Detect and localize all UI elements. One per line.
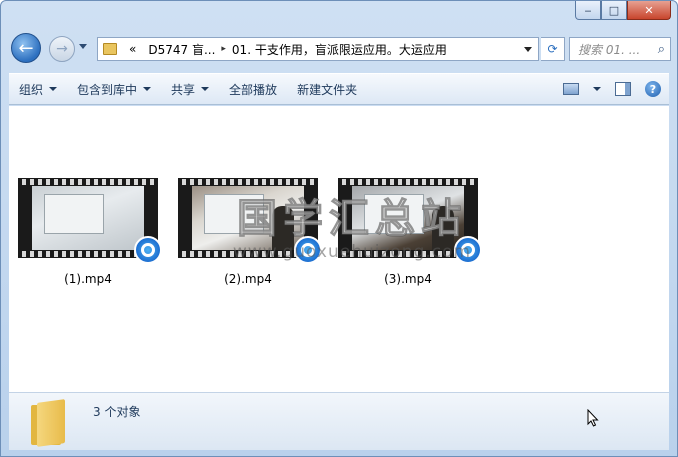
toolbar-right-group: ? (563, 81, 669, 97)
recent-pages-dropdown[interactable] (79, 44, 87, 49)
film-reel-icon (301, 243, 315, 257)
view-options-dropdown-icon[interactable] (593, 87, 601, 91)
new-folder-button[interactable]: 新建文件夹 (287, 77, 367, 101)
chevron-down-icon (201, 87, 210, 91)
presenter-figure (432, 206, 454, 250)
film-strip-top (338, 179, 478, 185)
chevron-down-icon (143, 87, 152, 91)
film-strip-top (18, 179, 158, 185)
file-item[interactable]: (1).mp4 (15, 178, 162, 286)
play-all-button[interactable]: 全部播放 (219, 77, 287, 101)
film-strip-top (178, 179, 318, 185)
video-thumbnail[interactable] (178, 178, 322, 264)
film-reel-icon (461, 243, 475, 257)
whiteboard (44, 194, 104, 234)
video-thumbnail[interactable] (338, 178, 482, 264)
change-view-icon[interactable] (563, 83, 579, 95)
organize-label: 组织 (19, 82, 44, 97)
organize-button[interactable]: 组织 (9, 77, 67, 101)
refresh-icon: ⟳ (547, 42, 558, 56)
video-frame (32, 186, 144, 250)
file-name[interactable]: (3).mp4 (335, 272, 481, 286)
minimize-button[interactable]: ‒ (575, 1, 601, 20)
media-player-icon (454, 236, 482, 264)
search-icon[interactable]: ⌕ (658, 42, 665, 57)
video-frame (352, 186, 464, 250)
mouse-pointer-icon (587, 409, 599, 427)
item-count: 3 个对象 (93, 405, 141, 419)
breadcrumb-segment-1[interactable]: D5747 盲... (142, 41, 221, 58)
whiteboard (364, 194, 424, 234)
address-dropdown-icon[interactable] (524, 46, 532, 52)
close-button[interactable]: ✕ (627, 1, 671, 20)
refresh-button[interactable]: ⟳ (541, 37, 565, 61)
maximize-button[interactable]: □ (601, 1, 627, 20)
file-list-pane[interactable]: (1).mp4 (2).mp4 (3).mp4 国学汇总站 www.guoxue… (9, 106, 669, 392)
file-item[interactable]: (3).mp4 (335, 178, 482, 286)
navigation-bar: ← → « D5747 盲... ▸ 01. 干支作用，盲派限运应用。大运应用 … (9, 31, 671, 67)
whiteboard (204, 194, 264, 234)
folder-icon (103, 43, 117, 55)
details-pane: 3 个对象 (9, 392, 669, 450)
file-name[interactable]: (2).mp4 (175, 272, 321, 286)
caption-buttons: ‒ □ ✕ (575, 1, 671, 21)
folder-front (37, 399, 65, 447)
include-library-label: 包含到库中 (77, 82, 138, 97)
media-player-icon (134, 236, 162, 264)
video-frame (192, 186, 304, 250)
search-input[interactable]: 搜索 01. ... ⌕ (569, 37, 671, 61)
search-placeholder: 搜索 01. ... (578, 42, 641, 57)
address-bar[interactable]: « D5747 盲... ▸ 01. 干支作用，盲派限运应用。大运应用 (97, 37, 539, 61)
forward-button[interactable]: → (49, 36, 75, 62)
forward-arrow-icon: → (56, 41, 68, 57)
share-button[interactable]: 共享 (161, 77, 219, 101)
back-arrow-icon: ← (18, 37, 34, 59)
file-name[interactable]: (1).mp4 (15, 272, 161, 286)
chevron-down-icon (49, 87, 58, 91)
file-item[interactable]: (2).mp4 (175, 178, 322, 286)
explorer-window: ‒ □ ✕ ← → « D5747 盲... ▸ 01. 干支作用，盲派限运应用… (0, 0, 678, 457)
video-thumbnail[interactable] (18, 178, 162, 264)
share-label: 共享 (171, 82, 196, 97)
film-reel-icon (141, 243, 155, 257)
new-folder-label: 新建文件夹 (297, 82, 358, 97)
address-overflow[interactable]: « (123, 42, 142, 56)
folder-icon (31, 399, 71, 447)
include-in-library-button[interactable]: 包含到库中 (67, 77, 161, 101)
presenter-figure (272, 206, 294, 250)
preview-pane-icon[interactable] (615, 82, 631, 96)
back-button[interactable]: ← (11, 33, 41, 63)
breadcrumb-segment-2[interactable]: 01. 干支作用，盲派限运应用。大运应用 (226, 41, 453, 58)
media-player-icon (294, 236, 322, 264)
command-toolbar: 组织 包含到库中 共享 全部播放 新建文件夹 ? (9, 73, 669, 105)
help-icon[interactable]: ? (645, 81, 661, 97)
play-all-label: 全部播放 (229, 82, 278, 97)
